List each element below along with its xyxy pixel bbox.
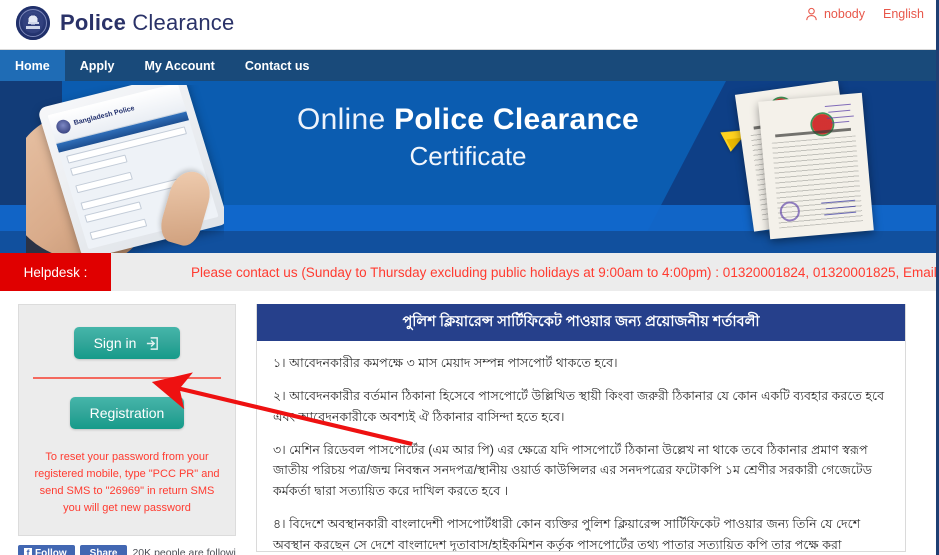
facebook-f-icon: f [24,548,32,555]
sign-in-arrow-icon [147,336,159,350]
tablet-in-hand-icon: Bangladesh Police [26,85,224,253]
helpdesk-label: Helpdesk : [0,253,111,291]
helpdesk-message: Please contact us (Sunday to Thursday ex… [191,264,936,280]
header-right-links: nobody English [805,7,924,21]
brand-title: Police Clearance [60,10,234,36]
brand-title-light: Clearance [126,10,235,35]
tablet-field [89,218,148,241]
tablet-brand-label: Bangladesh Police [72,104,136,127]
page-content: Sign in Registration To reset your passw… [0,292,936,555]
facebook-follower-count: 20K people are following [132,547,236,555]
nav-item-home[interactable]: Home [0,50,65,81]
sign-in-button[interactable]: Sign in [73,327,181,359]
requirement-paragraph-3: ৩। মেশিন রিডেবল পাসপোর্টের (এম আর পি) এর… [273,443,873,498]
password-reset-note: To reset your password from your registe… [34,451,220,515]
language-switcher[interactable]: English [883,7,924,21]
hero-banner: Bangladesh Police Online Police Clearanc… [0,81,936,253]
sign-in-label: Sign in [93,335,137,351]
panel-divider [33,377,221,379]
police-emblem-icon [16,6,50,40]
requirement-paragraph-2: ২। আবেদনকারীর বর্তমান ঠিকানা হিসেবে পাসপ… [273,389,885,424]
facebook-widget: f Follow Share 20K people are following [18,542,236,555]
tablet-emblem-icon [54,117,73,135]
facebook-follow-label: Follow [35,547,67,555]
nav-item-contact-us[interactable]: Contact us [230,50,325,81]
requirements-card-title: পুলিশ ক্লিয়ারেন্স সার্টিফিকেট পাওয়ার জ… [257,304,905,341]
requirements-card-body: ১। আবেদনকারীর কমপক্ষে ৩ মাস মেয়াদ সম্পন… [257,341,905,552]
handwritten-notes [824,99,859,128]
certificate-documents-icon [732,81,902,247]
brand-title-bold: Police [60,10,127,35]
user-name-label: nobody [823,7,865,21]
user-menu[interactable]: nobody [805,7,865,21]
user-icon [806,7,817,21]
browser-viewport: Police Clearance nobody English Home App… [0,0,939,555]
sidebar: Sign in Registration To reset your passw… [18,304,236,555]
nav-item-apply[interactable]: Apply [65,50,130,81]
facebook-share-button[interactable]: Share [79,544,128,555]
requirements-card: পুলিশ ক্লিয়ারেন্স সার্টিফিকেট পাওয়ার জ… [256,304,906,552]
facebook-follow-button[interactable]: f Follow [18,544,75,555]
requirement-paragraph-4: ৪। বিদেশে অবস্থানকারী বাংলাদেশী পাসপোর্ট… [273,517,861,552]
site-header: Police Clearance nobody English [0,0,936,50]
certificate-front-page [758,92,874,240]
main-navigation: Home Apply My Account Contact us [0,50,936,81]
nav-item-my-account[interactable]: My Account [129,50,229,81]
requirement-paragraph-1: ১। আবেদনকারীর কমপক্ষে ৩ মাস মেয়াদ সম্পন… [273,355,618,370]
tablet-field [75,171,134,194]
brand-logo[interactable]: Police Clearance [16,6,234,40]
registration-button[interactable]: Registration [69,397,185,429]
signature-mark [821,197,863,223]
auth-panel: Sign in Registration To reset your passw… [18,304,236,537]
helpdesk-bar: Helpdesk : Please contact us (Sunday to … [0,253,936,292]
